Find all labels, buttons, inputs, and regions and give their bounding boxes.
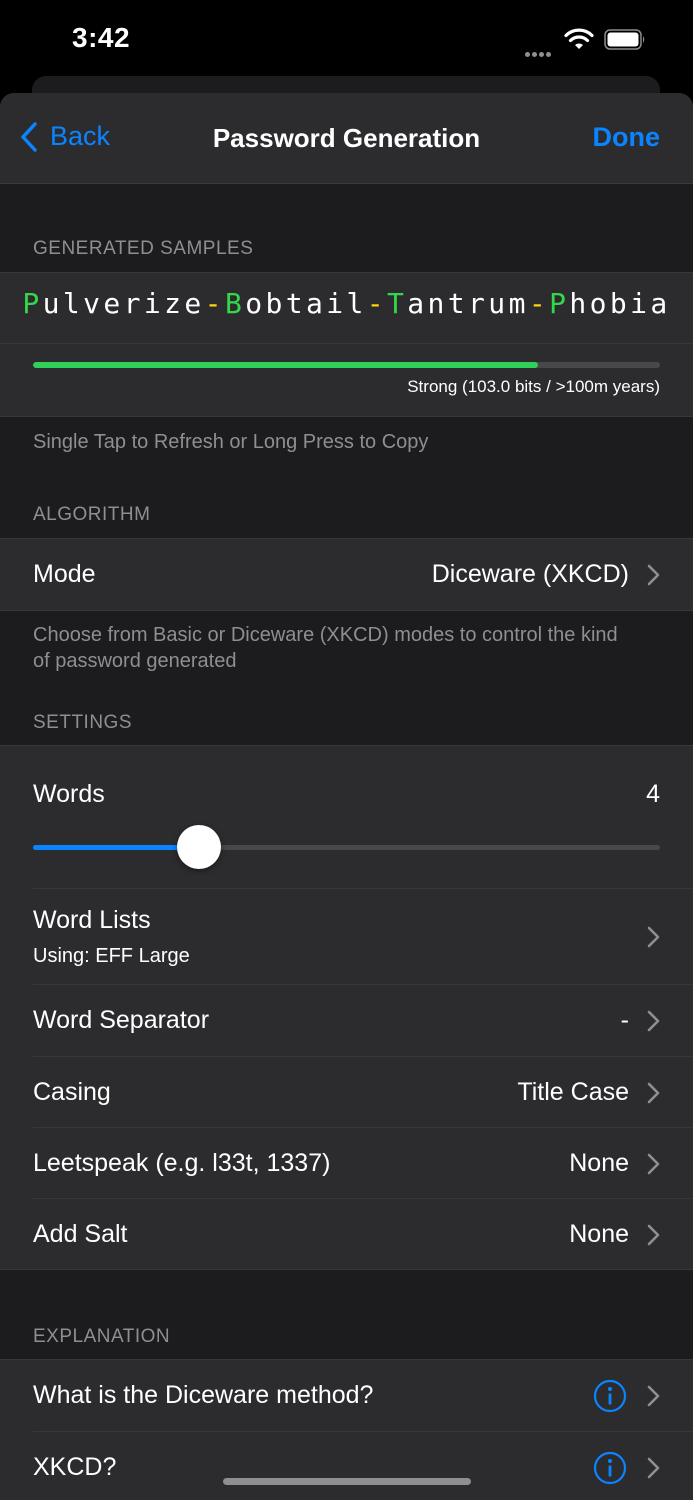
chevron-right-icon [647,926,660,948]
divider [0,343,693,344]
word-lists-subtitle: Using: EFF Large [33,945,190,967]
password-segment: hobia [569,287,671,320]
casing-value: Title Case [517,1078,629,1106]
password-segment: - [528,287,550,320]
words-value: 4 [646,780,660,808]
password-segment: - [204,287,225,320]
section-header-explanation: EXPLANATION [33,1326,171,1347]
words-slider-thumb[interactable] [177,825,222,869]
diceware-info-row[interactable]: What is the Diceware method? [0,1360,693,1431]
add-salt-value: None [569,1220,629,1248]
done-button[interactable]: Done [593,122,661,153]
battery-icon [604,29,645,50]
add-salt-row[interactable]: Add Salt None [0,1199,693,1270]
xkcd-info-label: XKCD? [33,1453,117,1481]
leetspeak-label: Leetspeak (e.g. l33t, 1337) [33,1149,331,1177]
section-header-algorithm: ALGORITHM [33,504,151,525]
password-segment: ulverize [42,287,205,320]
password-segment: - [366,287,388,320]
words-slider[interactable] [33,825,660,869]
leetspeak-row[interactable]: Leetspeak (e.g. l33t, 1337) None [0,1128,693,1199]
section-header-settings: SETTINGS [33,712,133,733]
strength-meter [33,362,660,368]
password-segment: T [387,287,408,320]
cellular-signal-icon [525,44,553,62]
strength-meter-fill [33,362,538,368]
password-segment: obtail [245,287,367,320]
password-segment: B [224,287,246,320]
mode-row[interactable]: Mode Diceware (XKCD) [0,539,693,610]
home-indicator[interactable] [223,1478,471,1485]
chevron-right-icon [647,1082,660,1104]
chevron-right-icon [647,1457,660,1479]
wifi-icon [564,28,594,49]
algorithm-group: Mode Diceware (XKCD) [0,538,693,611]
info-icon [593,1451,627,1485]
casing-label: Casing [33,1078,111,1106]
mode-value: Diceware (XKCD) [431,560,629,588]
diceware-info-label: What is the Diceware method? [33,1381,374,1409]
word-lists-label: Word Lists [33,906,151,934]
samples-footer: Single Tap to Refresh or Long Press to C… [33,431,429,453]
algorithm-footer: Choose from Basic or Diceware (XKCD) mod… [33,624,618,672]
strength-label: Strong (103.0 bits / >100m years) [407,377,660,396]
page-title: Password Generation [212,123,481,153]
status-bar: 3:42 [0,0,693,80]
chevron-right-icon [647,1224,660,1246]
word-separator-label: Word Separator [33,1006,210,1034]
password-segment: P [22,287,43,320]
xkcd-info-row[interactable]: XKCD? [0,1432,693,1500]
generated-samples-group: Pulverize-Bobtail-Tantrum-Phobia Strong … [0,272,693,417]
words-label: Words [33,780,105,808]
words-slider-fill [33,845,200,850]
word-separator-row[interactable]: Word Separator - [0,985,693,1056]
section-header-generated-samples: GENERATED SAMPLES [33,238,254,259]
leetspeak-value: None [569,1149,629,1177]
casing-row[interactable]: Casing Title Case [0,1057,693,1128]
word-separator-value: - [620,1006,629,1034]
password-segment: P [549,287,570,320]
status-time: 3:42 [72,22,131,53]
password-segment: antrum [407,287,529,320]
chevron-right-icon [647,1010,660,1032]
navigation-bar: Back Password Generation Done [0,93,693,184]
mode-label: Mode [33,560,96,588]
settings-group: Words 4 Word Lists Using: EFF Large Word… [0,745,693,1270]
generated-password[interactable]: Pulverize-Bobtail-Tantrum-Phobia [0,287,693,320]
info-icon [593,1379,627,1413]
password-generation-sheet: Back Password Generation Done GENERATED … [0,93,693,1500]
chevron-right-icon [647,1153,660,1175]
word-lists-row[interactable]: Word Lists Using: EFF Large [0,889,693,984]
chevron-right-icon [647,1385,660,1407]
chevron-right-icon [647,564,660,586]
add-salt-label: Add Salt [33,1220,128,1248]
